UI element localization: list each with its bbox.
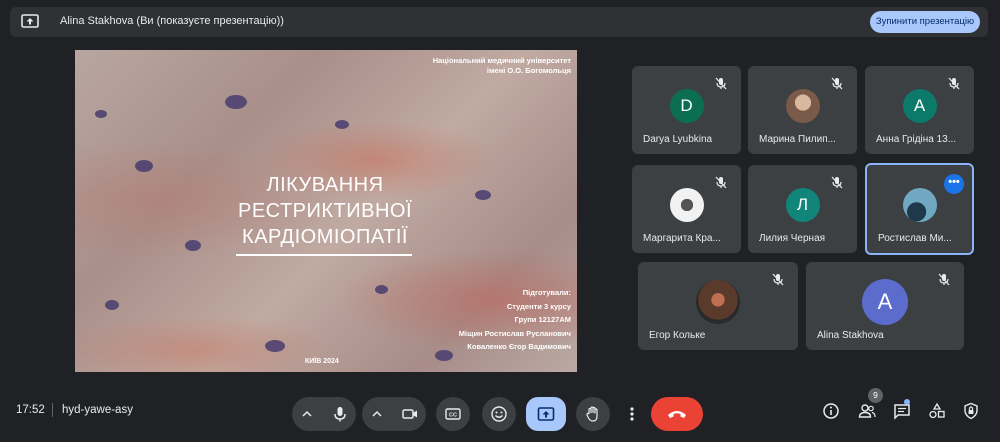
authors-line: Міщин Ростислав Русланович <box>458 328 571 338</box>
participant-tile[interactable]: A Анна Грідіна 13... <box>865 66 974 154</box>
activities-icon[interactable] <box>928 402 946 420</box>
chevron-up-icon[interactable] <box>371 408 383 420</box>
present-to-all-icon <box>21 14 39 28</box>
participant-name: Марина Пилип... <box>759 134 836 145</box>
mic-off-icon <box>831 77 843 90</box>
camera-control[interactable] <box>362 397 426 431</box>
stop-presenting-button[interactable]: Зупинити презентацію <box>870 11 980 33</box>
present-now-button[interactable] <box>526 397 566 431</box>
title-line: ЛІКУВАННЯ <box>266 174 384 196</box>
emoji-reactions-button[interactable] <box>482 397 516 431</box>
nucleus-decor <box>375 285 388 294</box>
svg-text:CC: CC <box>449 413 457 419</box>
nucleus-decor <box>95 110 107 118</box>
mic-off-icon <box>772 273 784 286</box>
chat-unread-dot <box>904 399 910 405</box>
avatar-photo <box>785 88 820 123</box>
participant-tile[interactable]: A Alina Stakhova <box>806 262 964 350</box>
divider <box>52 403 53 417</box>
slide-organization: Національний медичний університет імені … <box>433 56 571 76</box>
avatar-photo <box>696 279 740 324</box>
avatar: D <box>669 88 704 123</box>
mic-off-icon <box>715 176 727 189</box>
meeting-code: hyd-yawe-asy <box>62 404 133 416</box>
nucleus-decor <box>435 350 453 361</box>
participant-tile[interactable]: D Darya Lyubkina <box>632 66 741 154</box>
participant-name: Маргарита Кра... <box>643 233 721 244</box>
nucleus-decor <box>105 300 119 310</box>
people-icon[interactable] <box>858 402 876 420</box>
participant-tile-active[interactable]: ••• Ростислав Ми... <box>865 163 974 255</box>
title-line: КАРДІОМІОПАТІЇ <box>242 226 408 248</box>
mic-icon[interactable] <box>331 405 349 423</box>
participant-name: Егор Кольке <box>649 330 706 341</box>
more-vert-icon <box>630 407 634 421</box>
nucleus-decor <box>185 240 201 251</box>
authors-line: Студенти 3 курсу <box>506 301 571 311</box>
avatar: Л <box>785 187 820 222</box>
host-controls-icon[interactable] <box>962 402 980 420</box>
authors-line: Коваленко Єгор Вадимович <box>467 342 571 351</box>
meeting-time: 17:52 <box>16 404 45 416</box>
mic-off-icon <box>938 273 950 286</box>
title-line: РЕСТРИКТИВНОЇ <box>237 200 413 222</box>
participant-name: Лилия Черная <box>759 233 826 244</box>
participant-name: Darya Lyubkina <box>643 134 713 145</box>
participant-tile[interactable]: Маргарита Кра... <box>632 165 741 253</box>
captions-button[interactable]: CC <box>436 397 470 431</box>
nucleus-decor <box>265 340 285 352</box>
participant-name: Ростислав Ми... <box>878 233 952 244</box>
avatar-photo <box>902 187 937 222</box>
mic-off-icon <box>715 77 727 90</box>
emoji-icon <box>491 406 507 422</box>
info-icon[interactable] <box>822 402 840 420</box>
title-underline <box>236 254 412 256</box>
chevron-up-icon[interactable] <box>301 408 313 420</box>
slide-title: ЛІКУВАННЯ РЕСТРИКТИВНОЇ КАРДІОМІОПАТІЇ <box>225 172 425 250</box>
people-count-badge: 9 <box>868 388 883 403</box>
nucleus-decor <box>335 120 349 129</box>
nucleus-decor <box>225 95 247 109</box>
authors-line: Підготували: <box>522 288 571 297</box>
avatar: A <box>902 88 937 123</box>
banner-title: Alina Stakhova (Ви (показуєте презентаці… <box>60 15 284 27</box>
mic-off-icon <box>831 176 843 189</box>
raise-hand-icon <box>586 406 598 422</box>
participant-tile[interactable]: Марина Пилип... <box>748 66 857 154</box>
mic-control[interactable] <box>292 397 356 431</box>
nucleus-decor <box>475 190 491 200</box>
more-options-button[interactable]: ••• <box>944 174 964 194</box>
org-line: імені О.О. Богомольця <box>486 66 571 75</box>
authors-line: Групи 12127АМ <box>514 315 571 324</box>
camera-icon[interactable] <box>401 405 419 423</box>
mic-off-icon <box>948 77 960 90</box>
leave-call-button[interactable] <box>651 397 703 431</box>
avatar-photo <box>669 187 704 222</box>
presenting-banner: Alina Stakhova (Ви (показуєте презентаці… <box>10 7 988 37</box>
present-to-all-icon <box>537 407 555 421</box>
participant-name: Alina Stakhova <box>817 330 884 341</box>
avatar: A <box>862 278 908 325</box>
slide-authors: Підготували: Студенти 3 курсу Групи 1212… <box>459 286 571 354</box>
raise-hand-button[interactable] <box>576 397 610 431</box>
org-line: Національний медичний університет <box>432 56 571 65</box>
participant-name: Анна Грідіна 13... <box>876 134 957 145</box>
participant-tile[interactable]: Л Лилия Черная <box>748 165 857 253</box>
captions-icon: CC <box>445 408 461 420</box>
call-end-icon <box>668 411 686 418</box>
more-options-button[interactable] <box>620 397 644 431</box>
nucleus-decor <box>135 160 153 172</box>
participant-tile[interactable]: Егор Кольке <box>638 262 798 350</box>
presentation-slide: Національний медичний університет імені … <box>75 50 577 372</box>
slide-city-year: КИЇВ 2024 <box>305 358 339 365</box>
